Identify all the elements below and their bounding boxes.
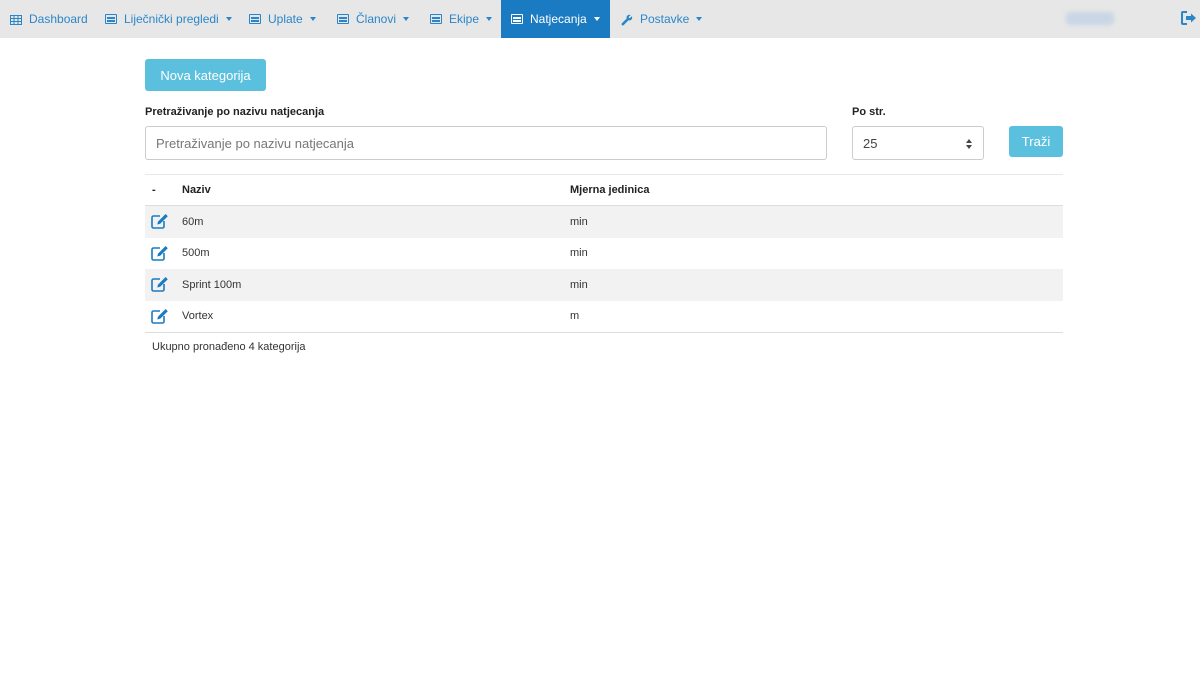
- nav-label: Dashboard: [29, 12, 88, 26]
- list-icon: [105, 14, 117, 24]
- list-icon: [430, 14, 442, 24]
- per-page-value: 25: [863, 135, 878, 151]
- edit-icon[interactable]: [151, 308, 169, 324]
- search-placeholder: Pretraživanje po nazivu natjecanja: [156, 135, 355, 151]
- row-unit: m: [570, 310, 580, 323]
- select-arrows-icon: [966, 139, 972, 149]
- top-navbar: Dashboard Liječnički pregledi Uplate Čla…: [0, 0, 1200, 38]
- row-name: Vortex: [182, 310, 214, 323]
- sign-out-icon[interactable]: [1181, 11, 1197, 25]
- nav-item-dashboard[interactable]: Dashboard: [0, 0, 98, 38]
- caret-down-icon: [593, 17, 600, 21]
- row-unit: min: [570, 215, 588, 228]
- list-icon: [337, 14, 349, 24]
- categories-table: - Naziv Mjerna jedinica 60m min 500m min…: [145, 174, 1063, 333]
- search-button[interactable]: Traži: [1009, 126, 1063, 157]
- table-icon: [10, 14, 22, 25]
- table-row: Sprint 100m min: [145, 269, 1063, 301]
- row-unit: min: [570, 278, 588, 291]
- edit-icon[interactable]: [151, 245, 169, 261]
- nav-item-postavke[interactable]: Postavke: [611, 0, 712, 38]
- table-header: - Naziv Mjerna jedinica: [145, 175, 1063, 206]
- edit-icon[interactable]: [151, 213, 169, 229]
- nav-item-natjecanja[interactable]: Natjecanja: [501, 0, 610, 38]
- nav-label: Ekipe: [449, 12, 480, 26]
- user-name-blurred[interactable]: [1066, 12, 1114, 25]
- search-input[interactable]: Pretraživanje po nazivu natjecanja: [145, 126, 827, 160]
- per-page-select[interactable]: 25: [852, 126, 984, 160]
- list-icon: [511, 14, 523, 24]
- edit-icon[interactable]: [151, 276, 169, 292]
- nav-label: Natjecanja: [530, 12, 587, 26]
- nav-label: Liječnički pregledi: [124, 12, 219, 26]
- caret-down-icon: [309, 17, 316, 21]
- header-action: -: [152, 184, 156, 196]
- nav-label: Postavke: [640, 12, 690, 26]
- caret-down-icon: [696, 17, 703, 21]
- results-count: Ukupno pronađeno 4 kategorija: [152, 341, 306, 353]
- row-name: Sprint 100m: [182, 278, 242, 291]
- new-category-button[interactable]: Nova kategorija: [145, 59, 266, 91]
- nav-item-ekipe[interactable]: Ekipe: [420, 0, 502, 38]
- table-row: Vortex m: [145, 301, 1063, 333]
- table-row: 500m min: [145, 238, 1063, 270]
- list-icon: [249, 14, 261, 24]
- caret-down-icon: [225, 17, 232, 21]
- header-unit: Mjerna jedinica: [570, 184, 650, 196]
- nav-label: Uplate: [268, 12, 303, 26]
- row-name: 60m: [182, 215, 204, 228]
- caret-down-icon: [486, 17, 493, 21]
- row-unit: min: [570, 247, 588, 260]
- nav-item-clanovi[interactable]: Članovi: [327, 0, 419, 38]
- search-label: Pretraživanje po nazivu natjecanja: [145, 106, 325, 118]
- nav-label: Članovi: [356, 12, 397, 26]
- caret-down-icon: [403, 17, 410, 21]
- nav-item-uplate[interactable]: Uplate: [239, 0, 326, 38]
- nav-item-lijecnicki-pregledi[interactable]: Liječnički pregledi: [95, 0, 242, 38]
- wrench-icon: [621, 14, 633, 26]
- header-name: Naziv: [182, 184, 211, 196]
- row-name: 500m: [182, 247, 210, 260]
- table-row: 60m min: [145, 206, 1063, 238]
- per-page-label: Po str.: [852, 106, 886, 118]
